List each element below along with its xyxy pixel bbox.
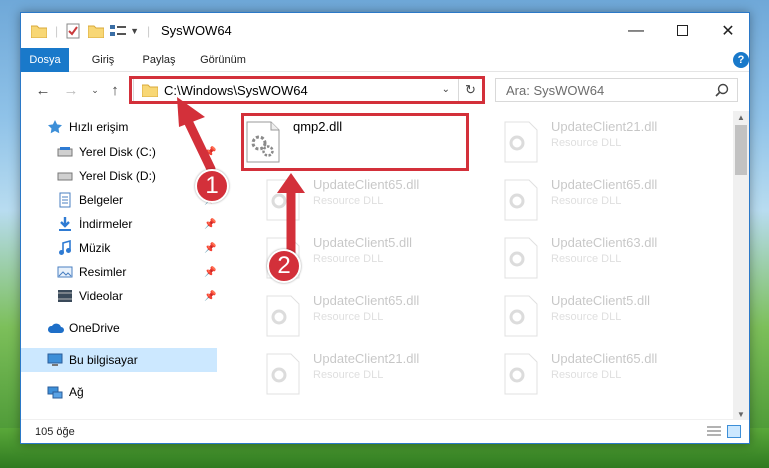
step-badge-1: 1 [195,169,229,203]
annotation-arrows [177,97,305,258]
explorer-window: | ▼ | SysWOW64 — ✕ Dosya Giriş Paylaş Gö… [20,12,750,444]
step-badge-2: 2 [267,249,301,283]
